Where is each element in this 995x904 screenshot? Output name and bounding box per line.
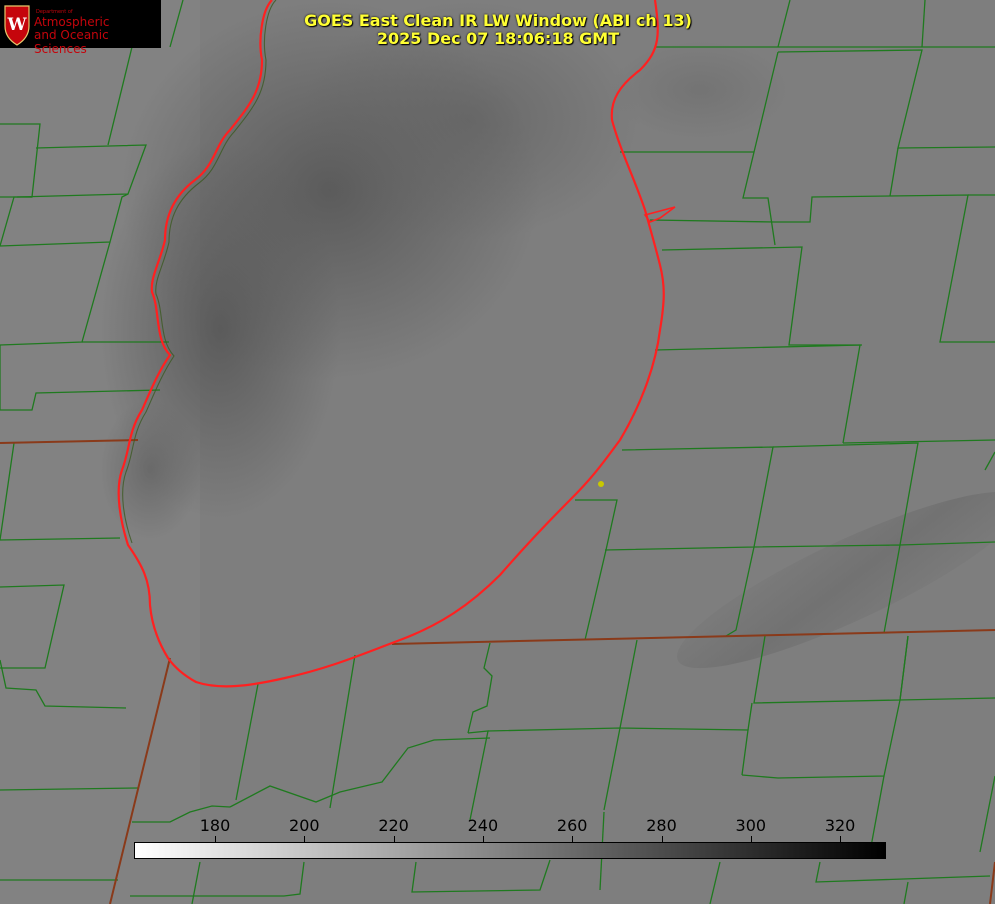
logo-line-1: Atmospheric [34,15,110,29]
colorbar-tick [304,836,306,842]
colorbar-tick [840,836,842,842]
colorbar-tick [661,836,663,842]
svg-text:W: W [6,15,27,35]
cloud-mass [100,400,200,540]
uw-crest-icon: W [4,5,30,46]
colorbar-tick-label: 280 [646,816,677,835]
colorbar-tick-label: 320 [824,816,856,835]
logo-line-2: and Oceanic Sciences [34,28,109,56]
colorbar-tick-label: 240 [467,816,499,835]
colorbar-tick [393,836,395,842]
colorbar-tick-label: 300 [735,816,767,835]
image-title: GOES East Clean IR LW Window (ABI ch 13) [304,11,692,30]
colorbar-tick-label: 220 [378,816,409,835]
colorbar-tick [215,836,216,842]
colorbar-tick-label: 260 [556,816,588,835]
colorbar-tick [750,836,752,842]
department-logo: W Department of Atmospheric and Oceanic … [0,0,161,56]
location-marker [598,481,604,487]
colorbar-tick-label: 180 [199,816,231,835]
cloud-band [610,40,790,140]
image-timestamp: 2025 Dec 07 18:06:18 GMT [376,29,620,48]
colorbar-tick [572,836,574,842]
satellite-map [0,0,995,904]
colorbar-tick [482,836,484,842]
colorbar-tick-label: 200 [289,816,320,835]
colorbar-gradient [134,842,886,859]
